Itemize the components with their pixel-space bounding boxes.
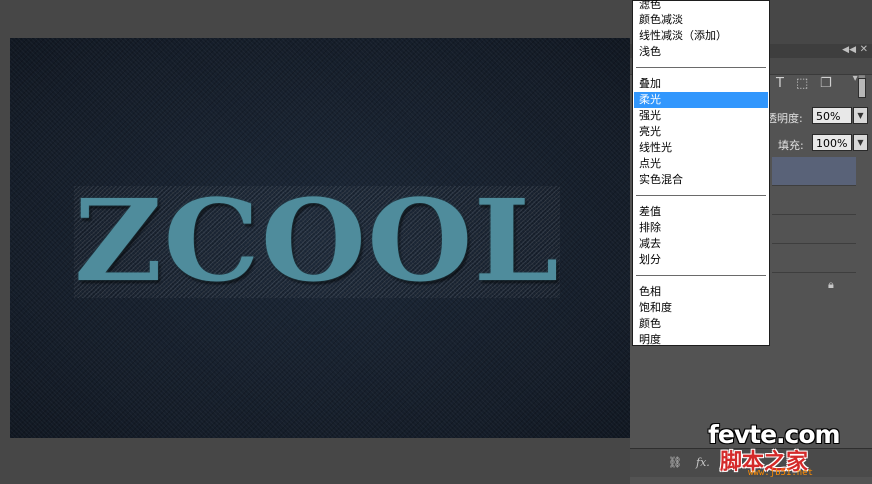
layer-row[interactable]: [772, 186, 856, 215]
zcool-denim-text: ZCOOL: [74, 176, 560, 307]
blend-item-subtract[interactable]: 减去: [634, 236, 768, 252]
blend-item-linear-dodge[interactable]: 线性减淡（添加）: [634, 28, 768, 44]
text-layer-icon[interactable]: T: [776, 76, 784, 91]
transform-icon[interactable]: ⬚: [796, 76, 808, 91]
blend-item-saturation[interactable]: 饱和度: [634, 300, 768, 316]
close-icon[interactable]: ✕: [860, 44, 868, 55]
blend-item-color-dodge[interactable]: 颜色减淡: [634, 12, 768, 28]
blend-item-divide[interactable]: 划分: [634, 252, 768, 268]
fill-label: 填充:: [778, 139, 804, 152]
blend-item-exclusion[interactable]: 排除: [634, 220, 768, 236]
fill-input[interactable]: 100%: [812, 134, 852, 151]
opacity-label: 透明度:: [766, 112, 803, 125]
layer-row[interactable]: [772, 244, 856, 273]
layer-row-selected[interactable]: [772, 157, 856, 186]
fill-dropdown-button[interactable]: ▼: [853, 134, 868, 151]
document-icon[interactable]: ❐: [820, 76, 832, 91]
blend-item-soft-light[interactable]: 柔光: [634, 92, 768, 108]
blend-item-hue[interactable]: 色相: [634, 284, 768, 300]
menu-separator: [636, 195, 766, 196]
blend-item-difference[interactable]: 差值: [634, 204, 768, 220]
link-icon[interactable]: ⛓: [668, 456, 682, 469]
blend-item-overlay[interactable]: 叠加: [634, 76, 768, 92]
blend-item-hard-mix[interactable]: 实色混合: [634, 172, 768, 188]
blend-item-pin-light[interactable]: 点光: [634, 156, 768, 172]
opacity-input[interactable]: 50%: [812, 107, 852, 124]
blend-item-hard-light[interactable]: 强光: [634, 108, 768, 124]
blend-item-vivid-light[interactable]: 亮光: [634, 124, 768, 140]
menu-separator: [636, 67, 766, 68]
layer-row[interactable]: [772, 215, 856, 244]
blend-item-color[interactable]: 颜色: [634, 316, 768, 332]
blend-item-linear-light[interactable]: 线性光: [634, 140, 768, 156]
blend-mode-menu[interactable]: 滤色 颜色减淡 线性减淡（添加） 浅色 叠加 柔光 强光 亮光 线性光 点光 实…: [632, 0, 770, 346]
blend-item-luminosity[interactable]: 明度: [634, 332, 768, 348]
panel-scrollbar[interactable]: [858, 78, 866, 98]
opacity-dropdown-button[interactable]: ▼: [853, 107, 868, 124]
lock-icon: 🔒︎: [828, 278, 834, 291]
watermark-url-text: www.jb51.net: [748, 468, 814, 478]
menu-separator: [636, 275, 766, 276]
document-canvas[interactable]: ZCOOL: [10, 38, 630, 438]
site-watermark: fevte.com 脚本之家 www.jb51.net: [708, 420, 872, 484]
blend-item-lighter-color[interactable]: 浅色: [634, 44, 768, 60]
collapse-icon[interactable]: ◀◀: [842, 45, 856, 55]
